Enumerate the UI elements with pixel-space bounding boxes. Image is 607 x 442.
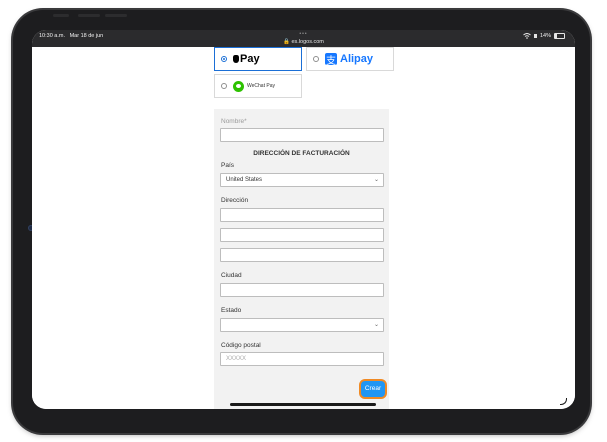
lock-icon: [533, 34, 537, 38]
home-indicator[interactable]: [230, 403, 376, 406]
battery-percent: 14%: [539, 33, 551, 39]
address-bar[interactable]: 🔒 es.logos.com: [32, 39, 575, 45]
hardware-button: [78, 14, 100, 17]
state-select[interactable]: ⌄: [220, 318, 384, 332]
apple-logo-icon: [233, 55, 239, 63]
hardware-button: [53, 14, 69, 17]
wechat-label: WeChat Pay: [247, 83, 275, 89]
alipay-radio[interactable]: [313, 56, 319, 62]
battery-icon: [554, 33, 565, 39]
name-label: Nombre*: [221, 118, 247, 125]
status-right: 14%: [523, 33, 565, 39]
name-input[interactable]: [220, 128, 384, 142]
screen: 10:30 a.m. Mar 18 de jun ••• 🔒 es.logos.…: [32, 30, 575, 409]
alipay-option[interactable]: Alipay: [306, 47, 394, 71]
city-input[interactable]: [220, 283, 384, 297]
status-bar: 10:30 a.m. Mar 18 de jun ••• 🔒 es.logos.…: [32, 30, 575, 47]
address-line2-input[interactable]: [220, 228, 384, 242]
applepay-radio[interactable]: [221, 56, 227, 62]
checkout-page: Pay Alipay WeChat Pay Nombre* DIRECCIÓN …: [32, 47, 575, 409]
country-select[interactable]: United States ⌄: [220, 173, 384, 187]
alipay-icon: [325, 52, 337, 67]
chevron-down-icon: ⌄: [373, 322, 379, 328]
address-line1-input[interactable]: [220, 208, 384, 222]
hardware-button: [105, 14, 127, 17]
country-label: País: [221, 162, 235, 169]
wifi-icon: [523, 33, 531, 39]
applepay-option[interactable]: Pay: [214, 47, 302, 71]
country-value: United States: [226, 177, 263, 183]
zip-placeholder: XXXXX: [226, 356, 247, 362]
zip-input[interactable]: XXXXX: [220, 352, 384, 366]
chevron-down-icon: ⌄: [373, 177, 379, 183]
create-button[interactable]: Crear: [361, 381, 385, 397]
applepay-label: Pay: [240, 53, 260, 65]
wechat-option[interactable]: WeChat Pay: [214, 74, 302, 98]
billing-form: Nombre* DIRECCIÓN DE FACTURACIÓN País Un…: [214, 109, 389, 409]
wechat-radio[interactable]: [221, 83, 227, 89]
multitask-dots[interactable]: •••: [32, 31, 575, 37]
zip-label: Código postal: [221, 342, 261, 349]
alipay-label: Alipay: [340, 53, 374, 65]
address-line3-input[interactable]: [220, 248, 384, 262]
address-label: Dirección: [221, 197, 249, 204]
billing-heading: DIRECCIÓN DE FACTURACIÓN: [253, 150, 350, 157]
wechat-icon: [233, 80, 244, 92]
city-label: Ciudad: [221, 272, 242, 279]
state-label: Estado: [221, 307, 242, 314]
